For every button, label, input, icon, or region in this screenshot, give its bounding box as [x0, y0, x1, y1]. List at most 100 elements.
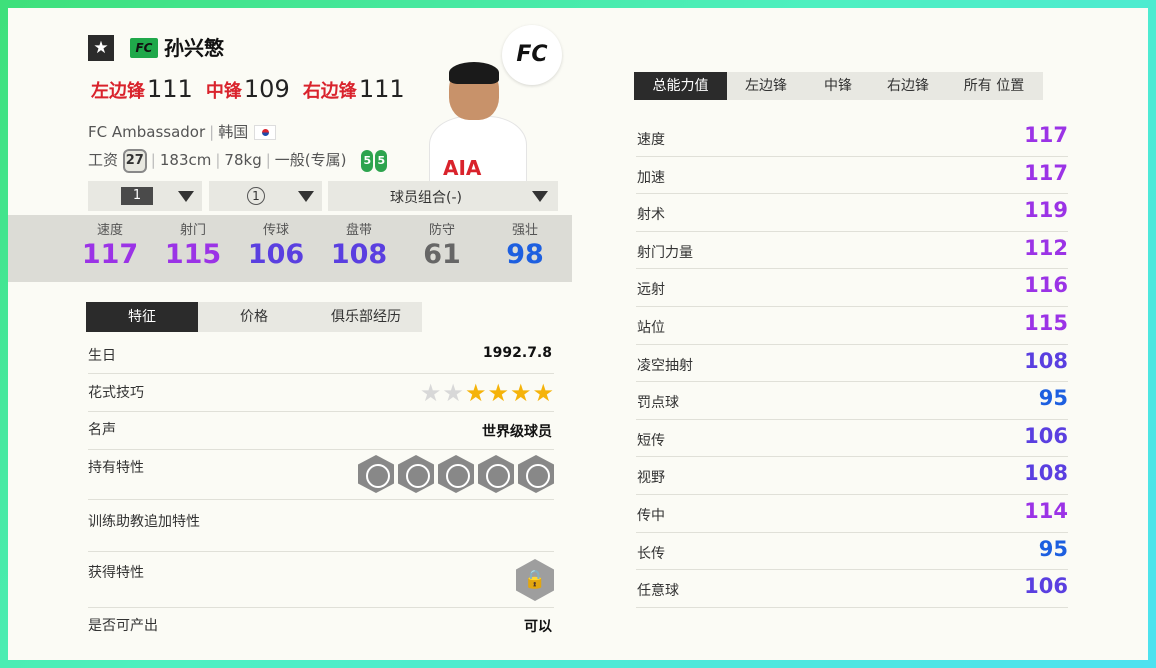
tab-overall[interactable]: 总能力值: [634, 72, 727, 100]
chevron-down-icon: [178, 191, 194, 202]
stat-value: 98: [506, 239, 544, 270]
stat-value: 115: [164, 239, 222, 270]
attribute-value: 116: [1024, 273, 1068, 298]
attribute-row: 传中 114: [636, 495, 1068, 533]
attribute-value: 106: [1024, 423, 1068, 448]
attribute-value: 112: [1024, 235, 1068, 260]
attribute-value: 117: [1024, 123, 1068, 147]
position-value: 109: [243, 75, 290, 103]
player-meta-line: FC Ambassador | 韩国: [88, 121, 277, 143]
attribute-row: 加速 117: [636, 157, 1068, 195]
attribute-value: 115: [1024, 311, 1068, 335]
attribute-label: 射门力量: [637, 244, 693, 261]
star-filled-icon: ★: [487, 379, 509, 407]
feature-value: 世界级球员: [482, 424, 552, 440]
tab-price[interactable]: 价格: [198, 302, 310, 332]
attribute-row: 站位 115: [636, 307, 1068, 345]
attribute-row: 远射 116: [636, 269, 1068, 307]
attribute-value: 106: [1024, 574, 1068, 599]
body-type: 一般(专属): [274, 151, 347, 169]
player-card: ★ FC 孙兴慜 左边锋111 中锋109 右边锋111 FC Ambassad…: [8, 8, 1148, 660]
attribute-label: 凌空抽射: [637, 357, 693, 374]
attribute-row: 任意球 106: [636, 570, 1068, 608]
attribute-row: 视野 108: [636, 457, 1068, 495]
attribute-label: 任意球: [637, 583, 679, 600]
attribute-label: 速度: [637, 132, 665, 148]
stat-label: 强壮: [511, 223, 538, 238]
team-name: FC Ambassador: [88, 123, 206, 141]
skill-star-rating: ★★★★★★: [419, 380, 554, 406]
stat-label: 射门: [179, 223, 206, 238]
weight-value: 78kg: [224, 151, 262, 169]
feature-value: 1992.7.8: [482, 345, 552, 361]
star-filled-icon: ★: [509, 379, 532, 407]
salary-badge: 27: [122, 148, 147, 173]
combo-dropdown[interactable]: 球员组合(-): [328, 181, 558, 211]
feature-value: 可以: [524, 619, 552, 635]
player-name: 孙兴慜: [164, 36, 224, 60]
feature-label: 是否可产出: [88, 618, 158, 634]
long-shot-icon[interactable]: [438, 455, 474, 493]
position-name: 中锋: [205, 81, 242, 102]
tab-left-wing[interactable]: 左边锋: [727, 72, 805, 100]
attribute-row: 速度 117: [636, 119, 1068, 157]
tab-right-wing[interactable]: 右边锋: [871, 72, 945, 100]
country-name: 韩国: [218, 123, 249, 141]
trait-icon-list: [354, 455, 554, 497]
attribute-label: 长传: [637, 545, 665, 562]
stat-shooting: 射门 115: [163, 223, 223, 271]
tab-striker[interactable]: 中锋: [805, 72, 871, 100]
weak-foot-badge: 5: [361, 149, 374, 172]
attribute-label: 加速: [637, 169, 665, 186]
salary-label: 工资: [88, 151, 119, 169]
power-header-icon[interactable]: [398, 455, 434, 493]
summary-stats-bar: 速度 117 射门 115 传球 106 盘带 108 防守 61 强壮 98: [8, 215, 572, 282]
attribute-value: 95: [1038, 536, 1068, 561]
position-ratings: 左边锋111 中锋109 右边锋111: [91, 75, 413, 106]
tab-club-history[interactable]: 俱乐部经历: [310, 302, 422, 332]
tab-all-positions[interactable]: 所有 位置: [945, 72, 1043, 100]
star-filled-icon: ★: [532, 379, 554, 407]
stat-defending: 防守 61: [412, 223, 472, 271]
feature-label: 训练助教追加特性: [88, 514, 200, 530]
stat-value: 108: [330, 239, 388, 270]
star-filled-icon: ★: [464, 379, 487, 407]
stat-label: 速度: [96, 223, 123, 238]
stat-label: 防守: [428, 223, 455, 238]
stat-label: 盘带: [345, 223, 372, 238]
feature-row-can-produce: 是否可产出 可以: [88, 608, 554, 644]
attribute-value: 114: [1024, 499, 1068, 523]
attribute-label: 罚点球: [637, 395, 679, 412]
stat-passing: 传球 106: [246, 223, 306, 271]
feature-row-reputation: 名声 世界级球员: [88, 412, 554, 450]
tab-features[interactable]: 特征: [86, 302, 198, 332]
rank-dropdown[interactable]: 1: [209, 181, 322, 211]
attribute-row: 凌空抽射 108: [636, 345, 1068, 383]
combo-label: 球员组合(-): [390, 190, 462, 206]
height-value: 183cm: [159, 151, 212, 169]
rank-value: 1: [247, 187, 265, 205]
chevron-down-icon: [298, 191, 314, 202]
feature-row-skill-moves: 花式技巧 ★★★★★★: [88, 374, 554, 412]
attribute-value: 117: [1024, 160, 1068, 185]
position-value: 111: [147, 75, 193, 103]
finesse-shot-icon[interactable]: [358, 455, 394, 493]
attribute-value: 108: [1024, 461, 1068, 486]
feature-label: 生日: [88, 348, 116, 364]
sponsor-text: AIA: [443, 156, 482, 180]
attribute-row: 射术 119: [636, 194, 1068, 232]
attribute-row: 短传 106: [636, 420, 1068, 458]
season-badge-icon: FC: [130, 38, 158, 58]
star-empty-icon: ★: [419, 379, 442, 407]
fc-logo-icon: FC: [502, 25, 562, 85]
level-dropdown[interactable]: 1: [88, 181, 202, 211]
favorite-star-icon[interactable]: ★: [88, 35, 114, 61]
feature-row-training-traits: 训练助教追加特性: [88, 500, 554, 552]
stat-value: 61: [423, 239, 461, 270]
flair-icon[interactable]: [518, 455, 554, 493]
speed-dribbler-icon[interactable]: [478, 455, 514, 493]
lock-icon[interactable]: 🔒: [516, 559, 554, 601]
player-physical-line: 工资 27 | 183cm | 78kg | 一般(专属) 55: [88, 148, 388, 173]
stat-label: 传球: [262, 223, 289, 238]
stat-pace: 速度 117: [80, 223, 140, 271]
